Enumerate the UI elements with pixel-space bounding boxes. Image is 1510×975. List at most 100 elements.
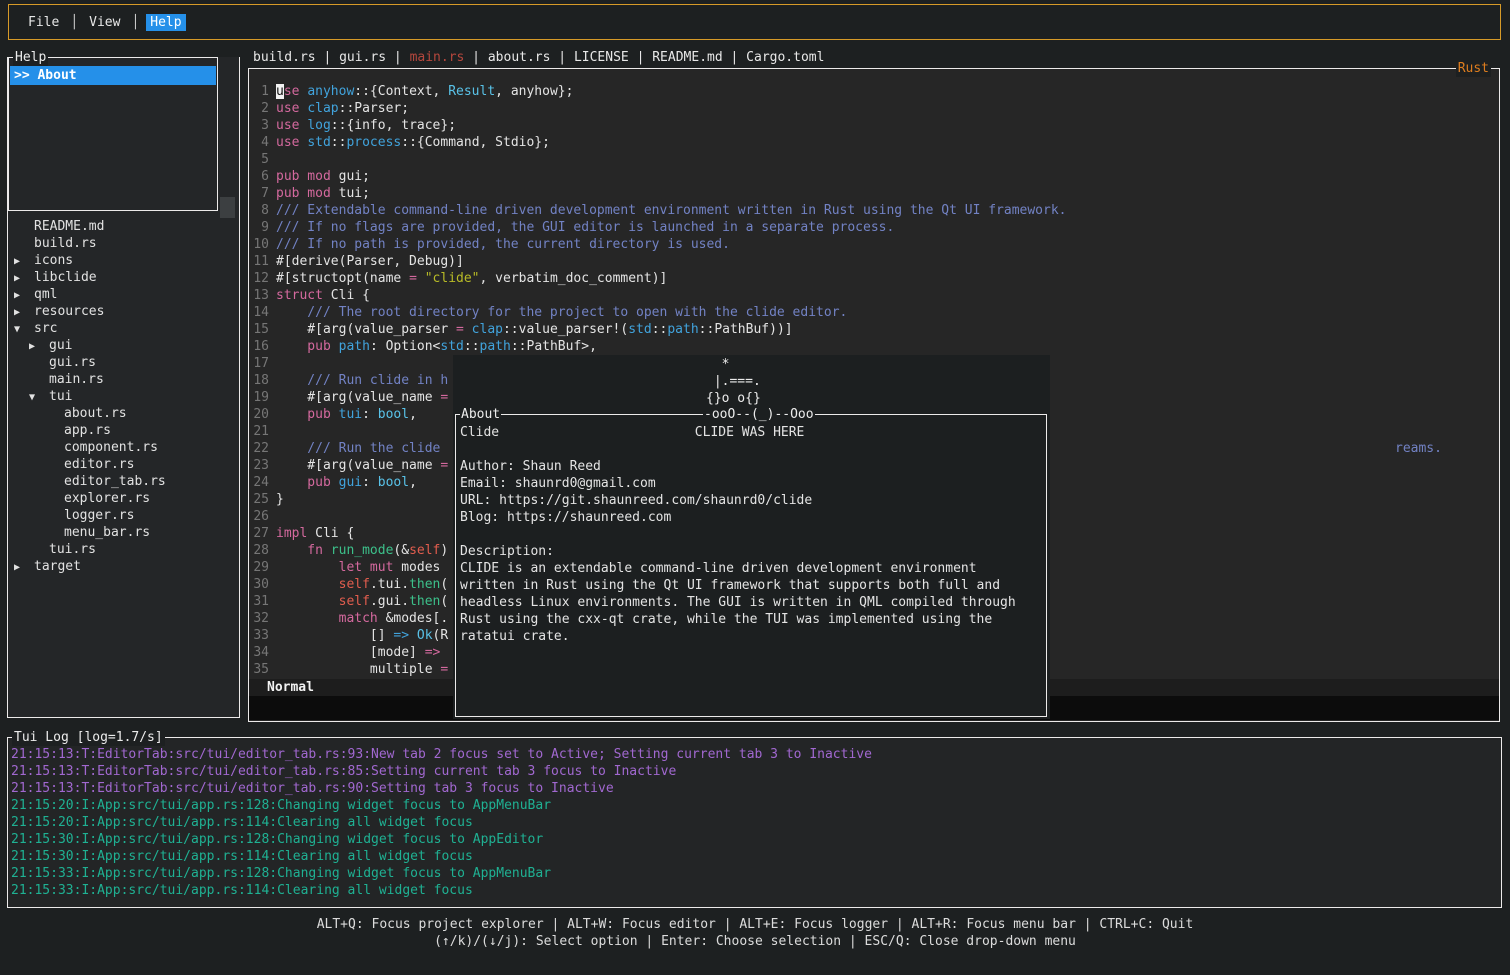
menu-bar: File│View│Help <box>8 4 1501 40</box>
code-token: fn <box>276 543 323 558</box>
code-token <box>464 322 472 337</box>
code-line[interactable]: 15 #[arg(value_parser = clap::value_pars… <box>249 321 1498 338</box>
explorer-item-label: README.md <box>34 219 104 234</box>
explorer-item-component-rs[interactable]: component.rs <box>8 439 239 456</box>
explorer-item-label: gui <box>49 338 72 353</box>
code-line[interactable]: 16 pub path: Option<std::path::PathBuf>, <box>249 338 1498 355</box>
explorer-item-label: about.rs <box>64 406 127 421</box>
code-line[interactable]: 7pub mod tui; <box>249 185 1498 202</box>
collapsed-arrow-icon: ▶ <box>14 253 34 270</box>
collapsed-arrow-icon: ▶ <box>29 338 49 355</box>
explorer-item-label: qml <box>34 287 57 302</box>
editor-tab-main-rs[interactable]: main.rs <box>410 50 465 65</box>
help-menu-item-about[interactable]: >> About <box>10 66 216 85</box>
explorer-item-build-rs[interactable]: build.rs <box>8 235 239 252</box>
explorer-item-label: resources <box>34 304 104 319</box>
explorer-item-gui-rs[interactable]: gui.rs <box>8 354 239 371</box>
menu-item-file[interactable]: File <box>24 14 63 31</box>
explorer-item-icons[interactable]: ▶icons <box>8 252 239 269</box>
code-token: let mut <box>276 560 393 575</box>
menu-separator: │ <box>70 15 78 30</box>
explorer-item-label: menu_bar.rs <box>64 525 150 540</box>
code-token: struct <box>276 288 323 303</box>
code-line[interactable]: 9/// If no flags are provided, the GUI e… <box>249 219 1498 236</box>
code-token: anyhow <box>307 84 354 99</box>
code-line[interactable]: 8/// Extendable command-line driven deve… <box>249 202 1498 219</box>
explorer-item-libclide[interactable]: ▶libclide <box>8 269 239 286</box>
about-popup: * |.===. {}o o{} About -ooO--(_)--Ooo Cl… <box>453 355 1050 719</box>
explorer-item-resources[interactable]: ▶resources <box>8 303 239 320</box>
tab-separator: | <box>464 50 487 65</box>
menu-item-help[interactable]: Help <box>146 14 185 31</box>
log-line: 21:15:20:I:App:src/tui/app.rs:128:Changi… <box>11 797 1499 814</box>
code-line[interactable]: 2use clap::Parser; <box>249 100 1498 117</box>
code-token: multiple <box>276 662 440 677</box>
code-token: path <box>667 322 698 337</box>
editor-tab-about-rs[interactable]: about.rs <box>488 50 551 65</box>
code-token: ::{info, trace}; <box>331 118 456 133</box>
editor-tab-cargo-toml[interactable]: Cargo.toml <box>746 50 824 65</box>
code-token: ::Parser; <box>339 101 409 116</box>
explorer-item-tui-rs[interactable]: tui.rs <box>8 541 239 558</box>
menu-item-view[interactable]: View <box>85 14 124 31</box>
explorer-item-tui[interactable]: ▼tui <box>8 388 239 405</box>
code-line[interactable]: 5 <box>249 151 1498 168</box>
code-token: , <box>409 475 417 490</box>
code-token: /// If no path is provided, the current … <box>276 237 730 252</box>
explorer-item-gui[interactable]: ▶gui <box>8 337 239 354</box>
tab-separator: | <box>386 50 409 65</box>
code-token: use <box>276 135 299 150</box>
code-token: ::{Command, Stdio}; <box>401 135 550 150</box>
code-line[interactable]: 12#[structopt(name = "clide", verbatim_d… <box>249 270 1498 287</box>
code-token: std <box>307 135 330 150</box>
code-line[interactable]: 11#[derive(Parser, Debug)] <box>249 253 1498 270</box>
code-token: : <box>362 475 378 490</box>
code-line[interactable]: 10/// If no path is provided, the curren… <box>249 236 1498 253</box>
code-token: self <box>409 543 440 558</box>
explorer-item-editor-tab-rs[interactable]: editor_tab.rs <box>8 473 239 490</box>
collapsed-arrow-icon: ▶ <box>14 270 34 287</box>
explorer-item-main-rs[interactable]: main.rs <box>8 371 239 388</box>
explorer-item-qml[interactable]: ▶qml <box>8 286 239 303</box>
explorer-scrollbar-thumb[interactable] <box>220 197 235 218</box>
code-token <box>276 594 339 609</box>
explorer-item-explorer-rs[interactable]: explorer.rs <box>8 490 239 507</box>
code-token: .gui. <box>370 594 409 609</box>
explorer-item-logger-rs[interactable]: logger.rs <box>8 507 239 524</box>
editor-tab-gui-rs[interactable]: gui.rs <box>339 50 386 65</box>
code-line[interactable]: 3use log::{info, trace}; <box>249 117 1498 134</box>
explorer-item-target[interactable]: ▶target <box>8 558 239 575</box>
code-line[interactable]: 1use anyhow::{Context, Result, anyhow}; <box>249 83 1498 100</box>
code-token: , verbatim_doc_comment)] <box>480 271 668 286</box>
code-token: std <box>440 339 463 354</box>
code-token: path <box>339 339 370 354</box>
code-token: modes <box>393 560 440 575</box>
explorer-item-readme-md[interactable]: README.md <box>8 218 239 235</box>
line-number: 22 <box>253 440 269 457</box>
explorer-item-src[interactable]: ▼src <box>8 320 239 337</box>
code-line[interactable]: 13struct Cli { <box>249 287 1498 304</box>
code-token: Result <box>448 84 495 99</box>
line-number: 1 <box>253 83 269 100</box>
explorer-item-editor-rs[interactable]: editor.rs <box>8 456 239 473</box>
code-token <box>331 475 339 490</box>
explorer-item-label: editor.rs <box>64 457 134 472</box>
editor-tab-readme-md[interactable]: README.md <box>652 50 722 65</box>
editor-tab-license[interactable]: LICENSE <box>574 50 629 65</box>
line-number: 9 <box>253 219 269 236</box>
code-line[interactable]: 14 /// The root directory for the projec… <box>249 304 1498 321</box>
log-panel-title: Tui Log [log=1.7/s] <box>12 729 165 746</box>
code-token: (R <box>433 628 449 643</box>
explorer-item-about-rs[interactable]: about.rs <box>8 405 239 422</box>
code-token: (& <box>393 543 409 558</box>
explorer-item-menu-bar-rs[interactable]: menu_bar.rs <box>8 524 239 541</box>
code-token: :: <box>464 339 480 354</box>
code-line[interactable]: 6pub mod gui; <box>249 168 1498 185</box>
log-line: 21:15:13:T:EditorTab:src/tui/editor_tab.… <box>11 746 1499 763</box>
line-number: 28 <box>253 542 269 559</box>
explorer-item-app-rs[interactable]: app.rs <box>8 422 239 439</box>
editor-tab-build-rs[interactable]: build.rs <box>253 50 316 65</box>
line-number: 20 <box>253 406 269 423</box>
code-token: tui; <box>331 186 370 201</box>
code-line[interactable]: 4use std::process::{Command, Stdio}; <box>249 134 1498 151</box>
